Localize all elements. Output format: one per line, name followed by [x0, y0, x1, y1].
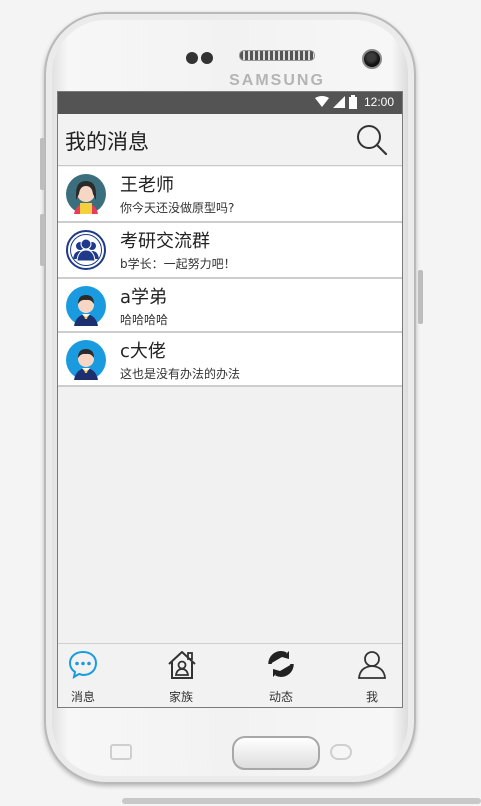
- tab-label: 动态: [268, 690, 293, 704]
- signal-icon: [332, 96, 345, 108]
- status-time: 12:00: [363, 95, 394, 109]
- battery-icon: [348, 95, 357, 109]
- home-icon: [168, 651, 196, 679]
- bottom-tab-bar: 消息 家族 动态 我: [58, 643, 402, 707]
- male-avatar-icon: [66, 286, 106, 326]
- contact-name: a学弟: [120, 287, 168, 308]
- status-bar: 12:00: [58, 92, 402, 114]
- tab-label: 家族: [168, 690, 193, 704]
- recent-apps-key[interactable]: [110, 744, 132, 760]
- front-sensors: [186, 49, 216, 68]
- tab-label: 我: [365, 690, 378, 704]
- tab-me[interactable]: 我: [342, 644, 402, 707]
- phone-side-button: [40, 138, 45, 190]
- contact-name: c大佬: [120, 341, 166, 362]
- group-avatar-icon: [66, 230, 106, 270]
- tab-label: 消息: [70, 690, 95, 704]
- list-item[interactable]: a学弟 哈哈哈哈: [58, 279, 402, 333]
- phone-side-button: [40, 214, 45, 266]
- page-title: 我的消息: [65, 130, 149, 154]
- contact-name: 王老师: [120, 175, 174, 196]
- wifi-icon: [314, 96, 329, 107]
- refresh-icon: [268, 651, 294, 677]
- front-camera: [362, 49, 382, 69]
- phone-side-button: [418, 270, 423, 324]
- tab-family[interactable]: 家族: [151, 644, 211, 707]
- message-preview: b学长：一起努力吧！: [120, 257, 236, 271]
- search-icon[interactable]: [356, 124, 388, 156]
- horizontal-scrollbar[interactable]: [122, 798, 481, 804]
- brand-logo: SAMSUNG: [229, 72, 325, 89]
- tab-feed[interactable]: 动态: [251, 644, 311, 707]
- message-preview: 这也是没有办法的办法: [120, 367, 241, 381]
- home-button[interactable]: [232, 736, 320, 770]
- chat-icon: [68, 650, 98, 680]
- message-preview: 哈哈哈哈: [120, 313, 169, 327]
- male-avatar-icon: [66, 340, 106, 380]
- speaker-grille: [239, 50, 315, 61]
- list-item[interactable]: c大佬 这也是没有办法的办法: [58, 333, 402, 387]
- message-list: 王老师 你今天还没做原型吗? 考研交流群 b学长：一起努力吧！ a学弟 哈哈哈哈…: [58, 167, 402, 387]
- contact-name: 考研交流群: [120, 231, 210, 252]
- back-key[interactable]: [330, 744, 352, 760]
- phone-screen: 12:00 我的消息 王老师 你今天还没做原型吗? 考研交流群 b学长：一起努力…: [57, 91, 403, 708]
- user-icon: [358, 651, 386, 679]
- list-item[interactable]: 王老师 你今天还没做原型吗?: [58, 167, 402, 223]
- app-header: 我的消息: [58, 114, 402, 166]
- message-preview: 你今天还没做原型吗?: [120, 201, 235, 215]
- female-avatar-icon: [66, 174, 106, 214]
- list-item[interactable]: 考研交流群 b学长：一起努力吧！: [58, 223, 402, 279]
- tab-messages[interactable]: 消息: [58, 644, 113, 707]
